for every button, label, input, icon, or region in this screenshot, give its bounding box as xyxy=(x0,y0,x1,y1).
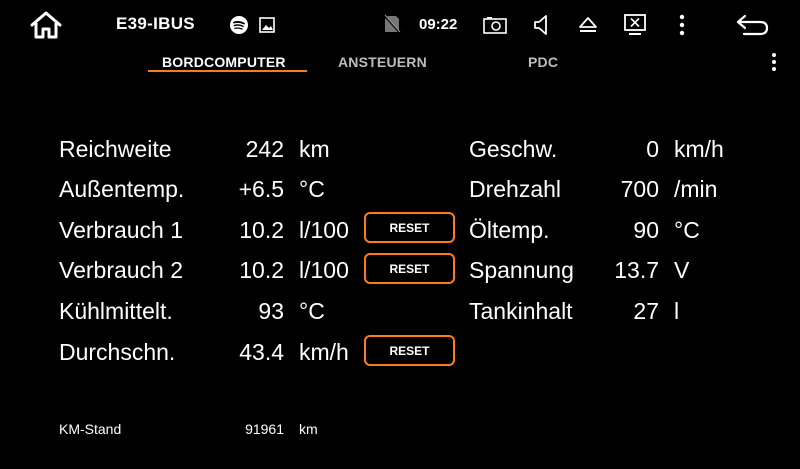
odometer-value: 91961 xyxy=(245,421,284,437)
volume-icon[interactable] xyxy=(531,12,553,38)
reichweite-unit: km xyxy=(299,136,330,162)
geschw-label: Geschw. xyxy=(469,136,558,162)
drehzahl-unit: /min xyxy=(674,176,718,202)
screen-off-icon[interactable] xyxy=(623,12,647,38)
no-sim-icon xyxy=(383,14,401,34)
durchschn-value: 43.4 xyxy=(239,339,284,365)
reset-verbrauch2-button[interactable]: RESET xyxy=(364,253,455,284)
oeltemp-value: 90 xyxy=(633,217,659,243)
tab-ansteuern[interactable]: ANSTEUERN xyxy=(338,54,427,70)
home-icon[interactable] xyxy=(28,10,64,40)
reichweite-value: 242 xyxy=(245,136,284,162)
tab-pdc[interactable]: PDC xyxy=(528,54,558,70)
aussentemp-value: +6.5 xyxy=(238,176,284,202)
tankinhalt-unit: l xyxy=(674,298,680,324)
image-icon xyxy=(258,16,276,34)
app-title: E39-IBUS xyxy=(116,14,195,33)
verbrauch1-unit: l/100 xyxy=(299,217,349,243)
odometer-label: KM-Stand xyxy=(59,421,122,437)
reichweite-label: Reichweite xyxy=(59,136,172,162)
more-vertical-icon[interactable] xyxy=(674,12,690,38)
tankinhalt-value: 27 xyxy=(633,298,659,324)
geschw-unit: km/h xyxy=(674,136,724,162)
active-tab-indicator xyxy=(148,70,307,72)
verbrauch2-unit: l/100 xyxy=(299,257,349,283)
verbrauch2-value: 10.2 xyxy=(239,257,284,283)
durchschn-unit: km/h xyxy=(299,339,349,365)
verbrauch1-value: 10.2 xyxy=(239,217,284,243)
oeltemp-label: Öltemp. xyxy=(469,217,550,243)
odometer-unit: km xyxy=(299,421,318,437)
oeltemp-unit: °C xyxy=(674,217,700,243)
kuehlmittel-value: 93 xyxy=(258,298,284,324)
tab-bordcomputer[interactable]: BORDCOMPUTER xyxy=(162,54,286,70)
status-bar: E39-IBUS 09:22 xyxy=(0,0,800,50)
aussentemp-unit: °C xyxy=(299,176,325,202)
drehzahl-label: Drehzahl xyxy=(469,176,562,202)
clock: 09:22 xyxy=(419,16,458,33)
spannung-label: Spannung xyxy=(469,257,574,283)
tabs-overflow-icon[interactable] xyxy=(769,52,779,72)
spannung-unit: V xyxy=(674,257,690,283)
reset-durchschn-button[interactable]: RESET xyxy=(364,335,455,366)
camera-icon[interactable] xyxy=(482,14,508,36)
verbrauch2-label: Verbrauch 2 xyxy=(59,257,184,283)
spannung-value: 13.7 xyxy=(614,257,659,283)
kuehlmittel-label: Kühlmittelt. xyxy=(59,298,173,324)
geschw-value: 0 xyxy=(646,136,659,162)
back-icon[interactable] xyxy=(734,12,772,38)
eject-icon[interactable] xyxy=(576,13,600,37)
reset-verbrauch1-button[interactable]: RESET xyxy=(364,212,455,243)
aussentemp-label: Außentemp. xyxy=(59,176,185,202)
drehzahl-value: 700 xyxy=(620,176,659,202)
spotify-icon xyxy=(229,15,249,35)
durchschn-label: Durchschn. xyxy=(59,339,176,365)
kuehlmittel-unit: °C xyxy=(299,298,325,324)
tankinhalt-label: Tankinhalt xyxy=(469,298,573,324)
verbrauch1-label: Verbrauch 1 xyxy=(59,217,184,243)
